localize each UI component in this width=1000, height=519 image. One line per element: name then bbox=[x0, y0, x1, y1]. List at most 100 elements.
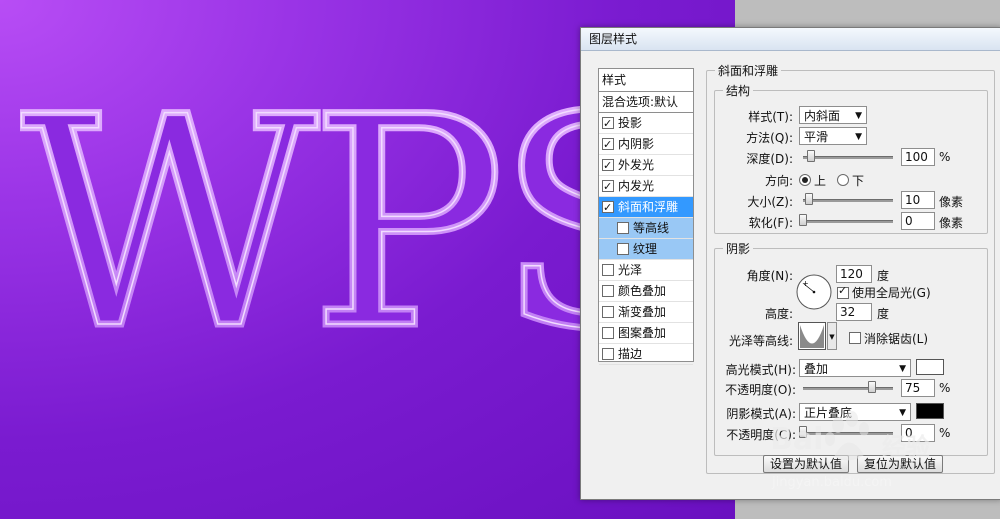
style-item-label: 内阴影 bbox=[618, 137, 655, 151]
highlight-mode-label: 高光模式(H): bbox=[725, 363, 796, 377]
style-item-drop-shadow[interactable]: 投影 bbox=[599, 113, 693, 134]
layer-style-dialog: 图层样式 样式 混合选项:默认 投影 内阴影 外发光 内发光 斜面和浮雕 等高线… bbox=[580, 27, 1000, 500]
shading-title: 阴影 bbox=[726, 242, 751, 256]
style-select[interactable]: 内斜面 ▼ bbox=[799, 106, 867, 124]
technique-select[interactable]: 平滑 ▼ bbox=[799, 127, 867, 145]
gloss-contour-dropdown[interactable]: ▼ bbox=[827, 322, 837, 350]
direction-up-label: 上 bbox=[814, 174, 827, 188]
direction-down-label: 下 bbox=[852, 174, 865, 188]
style-item-label: 光泽 bbox=[618, 263, 643, 277]
style-item-pattern-overlay[interactable]: 图案叠加 bbox=[599, 323, 693, 344]
global-light-checkbox[interactable] bbox=[837, 284, 849, 299]
global-light-label: 使用全局光(G) bbox=[852, 286, 931, 300]
technique-select-value: 平滑 bbox=[804, 130, 829, 144]
angle-dial[interactable]: + bbox=[795, 273, 833, 311]
style-select-value: 内斜面 bbox=[804, 109, 841, 123]
style-item-label: 描边 bbox=[618, 347, 643, 361]
style-item-stroke[interactable]: 描边 bbox=[599, 344, 693, 365]
depth-slider-thumb[interactable] bbox=[807, 150, 815, 162]
size-slider-thumb[interactable] bbox=[805, 193, 813, 205]
size-unit: 像素 bbox=[939, 195, 964, 209]
highlight-opacity-thumb[interactable] bbox=[868, 381, 876, 393]
soften-input[interactable]: 0 bbox=[901, 212, 935, 230]
chevron-down-icon: ▼ bbox=[829, 333, 835, 341]
shadow-opacity-label: 不透明度(C): bbox=[726, 428, 796, 442]
checkbox-drop-shadow[interactable] bbox=[602, 114, 614, 134]
highlight-opacity-track[interactable] bbox=[803, 387, 893, 390]
checkbox-gradient-overlay[interactable] bbox=[602, 306, 614, 318]
angle-unit: 度 bbox=[877, 269, 890, 283]
style-item-texture[interactable]: 纹理 bbox=[599, 239, 693, 260]
style-item-label: 纹理 bbox=[633, 242, 658, 256]
gloss-contour-preview[interactable] bbox=[798, 322, 826, 350]
checkbox-texture[interactable] bbox=[617, 243, 629, 255]
soften-slider-track[interactable] bbox=[803, 220, 893, 223]
highlight-mode-select[interactable]: 叠加 ▼ bbox=[799, 359, 911, 377]
shadow-opacity-thumb[interactable] bbox=[799, 426, 807, 438]
style-item-label: 斜面和浮雕 bbox=[618, 200, 679, 214]
size-input[interactable]: 10 bbox=[901, 191, 935, 209]
blend-options-item[interactable]: 混合选项:默认 bbox=[599, 92, 693, 113]
style-item-contour[interactable]: 等高线 bbox=[599, 218, 693, 239]
checkbox-color-overlay[interactable] bbox=[602, 285, 614, 297]
checkbox-outer-glow[interactable] bbox=[602, 156, 614, 176]
altitude-label: 高度: bbox=[764, 307, 793, 321]
soften-label: 软化(F): bbox=[748, 216, 793, 230]
shadow-mode-label: 阴影模式(A): bbox=[726, 407, 796, 421]
style-item-bevel-emboss[interactable]: 斜面和浮雕 bbox=[599, 197, 693, 218]
shadow-mode-select[interactable]: 正片叠底 ▼ bbox=[799, 403, 911, 421]
highlight-opacity-unit: % bbox=[939, 381, 951, 395]
checkbox-inner-glow[interactable] bbox=[602, 177, 614, 197]
checkbox-pattern-overlay[interactable] bbox=[602, 327, 614, 339]
checkbox-stroke[interactable] bbox=[602, 348, 614, 360]
anti-alias-label: 消除锯齿(L) bbox=[864, 332, 929, 346]
shadow-opacity-input[interactable]: 0 bbox=[901, 424, 935, 442]
angle-input[interactable]: 120 bbox=[836, 265, 872, 283]
technique-label: 方法(Q): bbox=[746, 131, 793, 145]
style-item-label: 图案叠加 bbox=[618, 326, 667, 340]
checkbox-satin[interactable] bbox=[602, 264, 614, 276]
blend-options-label: 混合选项:默认 bbox=[602, 95, 679, 109]
soften-unit: 像素 bbox=[939, 216, 964, 230]
direction-label: 方向: bbox=[764, 174, 793, 188]
style-item-label: 投影 bbox=[618, 116, 643, 130]
checkbox-inner-shadow[interactable] bbox=[602, 135, 614, 155]
style-list-header[interactable]: 样式 bbox=[599, 69, 693, 92]
chevron-down-icon: ▼ bbox=[899, 364, 906, 374]
reset-default-button[interactable]: 复位为默认值 bbox=[857, 455, 943, 473]
make-default-button[interactable]: 设置为默认值 bbox=[763, 455, 849, 473]
checkbox-bevel-emboss[interactable] bbox=[602, 198, 614, 218]
bevel-emboss-title: 斜面和浮雕 bbox=[718, 64, 779, 78]
size-slider-track[interactable] bbox=[803, 199, 893, 202]
shadow-mode-value: 正片叠底 bbox=[804, 406, 853, 420]
highlight-mode-value: 叠加 bbox=[804, 362, 829, 376]
highlight-opacity-input[interactable]: 75 bbox=[901, 379, 935, 397]
checkbox-contour[interactable] bbox=[617, 222, 629, 234]
style-item-outer-glow[interactable]: 外发光 bbox=[599, 155, 693, 176]
direction-down-radio[interactable] bbox=[837, 174, 849, 186]
highlight-color-swatch[interactable] bbox=[916, 359, 944, 375]
anti-alias-checkbox[interactable] bbox=[849, 332, 861, 344]
altitude-unit: 度 bbox=[877, 307, 890, 321]
angle-label: 角度(N): bbox=[746, 269, 793, 283]
style-item-satin[interactable]: 光泽 bbox=[599, 260, 693, 281]
gloss-contour-label: 光泽等高线: bbox=[728, 334, 793, 348]
style-item-inner-glow[interactable]: 内发光 bbox=[599, 176, 693, 197]
style-item-inner-shadow[interactable]: 内阴影 bbox=[599, 134, 693, 155]
style-list: 样式 混合选项:默认 投影 内阴影 外发光 内发光 斜面和浮雕 等高线 纹理 光… bbox=[598, 68, 694, 365]
direction-up-radio[interactable] bbox=[799, 174, 811, 186]
svg-text:+: + bbox=[802, 279, 809, 288]
altitude-input[interactable]: 32 bbox=[836, 303, 872, 321]
depth-slider-track[interactable] bbox=[803, 156, 893, 159]
wps-art-text: WPS WPS bbox=[20, 92, 580, 342]
chevron-down-icon: ▼ bbox=[855, 132, 862, 142]
depth-input[interactable]: 100 bbox=[901, 148, 935, 166]
dialog-title: 图层样式 bbox=[581, 28, 1000, 51]
shadow-opacity-track[interactable] bbox=[803, 432, 893, 435]
style-item-color-overlay[interactable]: 颜色叠加 bbox=[599, 281, 693, 302]
soften-slider-thumb[interactable] bbox=[799, 214, 807, 226]
style-item-label: 等高线 bbox=[633, 221, 670, 235]
shadow-color-swatch[interactable] bbox=[916, 403, 944, 419]
style-item-gradient-overlay[interactable]: 渐变叠加 bbox=[599, 302, 693, 323]
style-item-label: 颜色叠加 bbox=[618, 284, 667, 298]
